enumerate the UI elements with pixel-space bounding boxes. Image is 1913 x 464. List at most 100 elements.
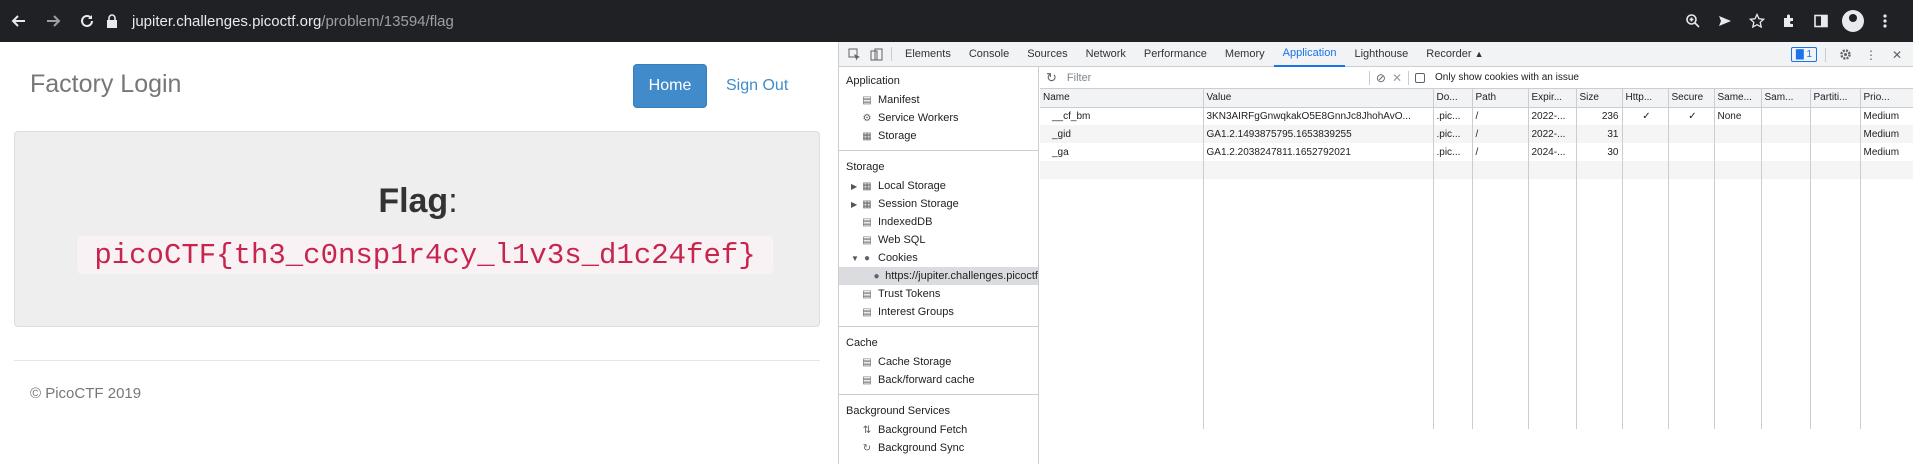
column-header[interactable]: Prio... <box>1860 89 1913 108</box>
cookie-domain[interactable]: .pic... <box>1433 107 1473 125</box>
cookie-partition[interactable] <box>1810 125 1861 143</box>
sign-out-link[interactable]: Sign Out <box>726 77 788 95</box>
cookie-samesite[interactable] <box>1714 143 1762 161</box>
sidebar-item-trust-tokens[interactable]: ▤ Trust Tokens <box>839 285 1038 303</box>
cookie-priority[interactable]: Medium <box>1860 143 1913 161</box>
cookie-value[interactable]: GA1.2.1493875795.1653839255 <box>1203 125 1434 143</box>
tab-console[interactable]: Console <box>960 42 1018 67</box>
tab-elements[interactable]: Elements <box>896 42 960 67</box>
cookie-domain[interactable]: .pic... <box>1433 143 1473 161</box>
cookie-size[interactable]: 31 <box>1576 125 1623 143</box>
tab-lighthouse[interactable]: Lighthouse <box>1345 42 1417 67</box>
sidebar-item-cache-storage[interactable]: ▤ Cache Storage <box>839 353 1038 371</box>
settings-gear-icon[interactable] <box>1834 42 1856 67</box>
reload-icon[interactable] <box>70 0 104 42</box>
cookie-path[interactable]: / <box>1472 125 1529 143</box>
cookie-sameparty[interactable] <box>1761 107 1811 125</box>
sidebar-item-cookie-origin[interactable]: ● https://jupiter.challenges.picoctf <box>839 267 1038 285</box>
column-header[interactable]: Sam... <box>1761 89 1811 108</box>
device-toolbar-icon[interactable] <box>865 42 887 67</box>
delete-selected-icon[interactable]: ✕ <box>1392 71 1402 85</box>
cookie-size[interactable]: 236 <box>1576 107 1623 125</box>
cookie-priority[interactable]: Medium <box>1860 107 1913 125</box>
more-menu-icon[interactable] <box>1869 0 1901 42</box>
cookie-secure[interactable]: ✓ <box>1668 107 1715 125</box>
column-header[interactable]: Size <box>1576 89 1623 108</box>
tab-recorder[interactable]: Recorder ▲ <box>1417 42 1492 67</box>
extensions-puzzle-icon[interactable] <box>1773 0 1805 42</box>
cookie-expires[interactable]: 2022-... <box>1528 125 1577 143</box>
cookie-priority[interactable]: Medium <box>1860 125 1913 143</box>
column-header[interactable]: Partiti... <box>1810 89 1861 108</box>
sidebar-item-interest-groups[interactable]: ▤ Interest Groups <box>839 303 1038 321</box>
sidebar-item-session-storage[interactable]: ▶ ▦ Session Storage <box>839 195 1038 213</box>
cookie-secure[interactable] <box>1668 143 1715 161</box>
column-header[interactable]: Secure <box>1668 89 1715 108</box>
address-bar[interactable]: jupiter.challenges.picoctf.org/problem/1… <box>106 6 1686 36</box>
sidebar-item-background-fetch[interactable]: ⇅ Background Fetch <box>839 421 1038 439</box>
cookie-size[interactable]: 30 <box>1576 143 1623 161</box>
devtools-menu-icon[interactable]: ⋮ <box>1860 42 1882 67</box>
table-row[interactable]: _ga GA1.2.2038247811.1652792021 .pic... … <box>1040 143 1913 161</box>
sidebar-item-indexeddb[interactable]: ▤ IndexedDB <box>839 213 1038 231</box>
expand-triangle-icon[interactable]: ▶ <box>851 182 861 191</box>
collapse-triangle-icon[interactable]: ▼ <box>851 254 861 263</box>
column-header[interactable]: Path <box>1472 89 1529 108</box>
cookie-partition[interactable] <box>1810 143 1861 161</box>
bookmark-star-icon[interactable] <box>1741 0 1773 42</box>
tab-network[interactable]: Network <box>1077 42 1135 67</box>
cookie-expires[interactable]: 2024-... <box>1528 143 1577 161</box>
sidebar-item-storage[interactable]: ▦ Storage <box>839 127 1038 145</box>
cookie-expires[interactable]: 2022-... <box>1528 107 1577 125</box>
cookie-samesite[interactable] <box>1714 125 1762 143</box>
zoom-icon[interactable] <box>1677 0 1709 42</box>
sidebar-item-background-sync[interactable]: ↻ Background Sync <box>839 439 1038 457</box>
cookie-partition[interactable] <box>1810 107 1861 125</box>
cookie-domain[interactable]: .pic... <box>1433 125 1473 143</box>
issues-badge[interactable]: ▇ 1 <box>1790 47 1817 62</box>
tab-memory[interactable]: Memory <box>1216 42 1274 67</box>
column-header[interactable]: Do... <box>1433 89 1473 108</box>
column-header[interactable]: Http... <box>1622 89 1669 108</box>
tab-sources[interactable]: Sources <box>1018 42 1076 67</box>
inspect-element-icon[interactable] <box>843 42 865 67</box>
cookie-httponly[interactable] <box>1622 125 1669 143</box>
sidebar-item-web-sql[interactable]: ▤ Web SQL <box>839 231 1038 249</box>
cookie-path[interactable]: / <box>1472 143 1529 161</box>
clear-all-icon[interactable]: ⊘ <box>1376 71 1386 85</box>
tab-application[interactable]: Application <box>1273 42 1346 67</box>
expand-triangle-icon[interactable]: ▶ <box>851 200 861 209</box>
column-header[interactable]: Value <box>1203 89 1434 108</box>
column-header[interactable]: Same... <box>1714 89 1762 108</box>
profile-avatar[interactable] <box>1837 0 1869 42</box>
cookie-secure[interactable] <box>1668 125 1715 143</box>
filter-input[interactable]: Filter <box>1063 70 1363 86</box>
cookie-value[interactable]: GA1.2.2038247811.1652792021 <box>1203 143 1434 161</box>
cookie-httponly[interactable]: ✓ <box>1622 107 1669 125</box>
cookie-name[interactable]: __cf_bm <box>1040 107 1204 125</box>
refresh-icon[interactable]: ↻ <box>1046 70 1057 86</box>
tab-performance[interactable]: Performance <box>1135 42 1216 67</box>
sidebar-item-service-workers[interactable]: ⚙ Service Workers <box>839 109 1038 127</box>
send-icon[interactable] <box>1709 0 1741 42</box>
back-arrow-icon[interactable] <box>2 0 36 42</box>
cookie-samesite[interactable]: None <box>1714 107 1762 125</box>
sidebar-item-local-storage[interactable]: ▶ ▦ Local Storage <box>839 177 1038 195</box>
cookie-value[interactable]: 3KN3AIRFgGnwqkakO5E8GnnJc8JhohAvO... <box>1203 107 1434 125</box>
cookie-sameparty[interactable] <box>1761 143 1811 161</box>
sidebar-item-manifest[interactable]: ▤ Manifest <box>839 91 1038 109</box>
sidebar-item-bfcache[interactable]: ▤ Back/forward cache <box>839 371 1038 389</box>
table-row[interactable]: __cf_bm 3KN3AIRFgGnwqkakO5E8GnnJc8JhohAv… <box>1040 107 1913 125</box>
side-panel-icon[interactable] <box>1805 0 1837 42</box>
cookie-sameparty[interactable] <box>1761 125 1811 143</box>
close-devtools-icon[interactable]: ✕ <box>1886 42 1908 67</box>
cookie-name[interactable]: _gid <box>1040 125 1204 143</box>
cookie-httponly[interactable] <box>1622 143 1669 161</box>
issue-filter-checkbox[interactable] <box>1415 72 1426 83</box>
column-header[interactable]: Expir... <box>1528 89 1577 108</box>
table-row[interactable]: _gid GA1.2.1493875795.1653839255 .pic...… <box>1040 125 1913 143</box>
cookie-path[interactable]: / <box>1472 107 1529 125</box>
column-header[interactable]: Name <box>1040 89 1204 108</box>
cookie-name[interactable]: _ga <box>1040 143 1204 161</box>
forward-arrow-icon[interactable] <box>36 0 70 42</box>
